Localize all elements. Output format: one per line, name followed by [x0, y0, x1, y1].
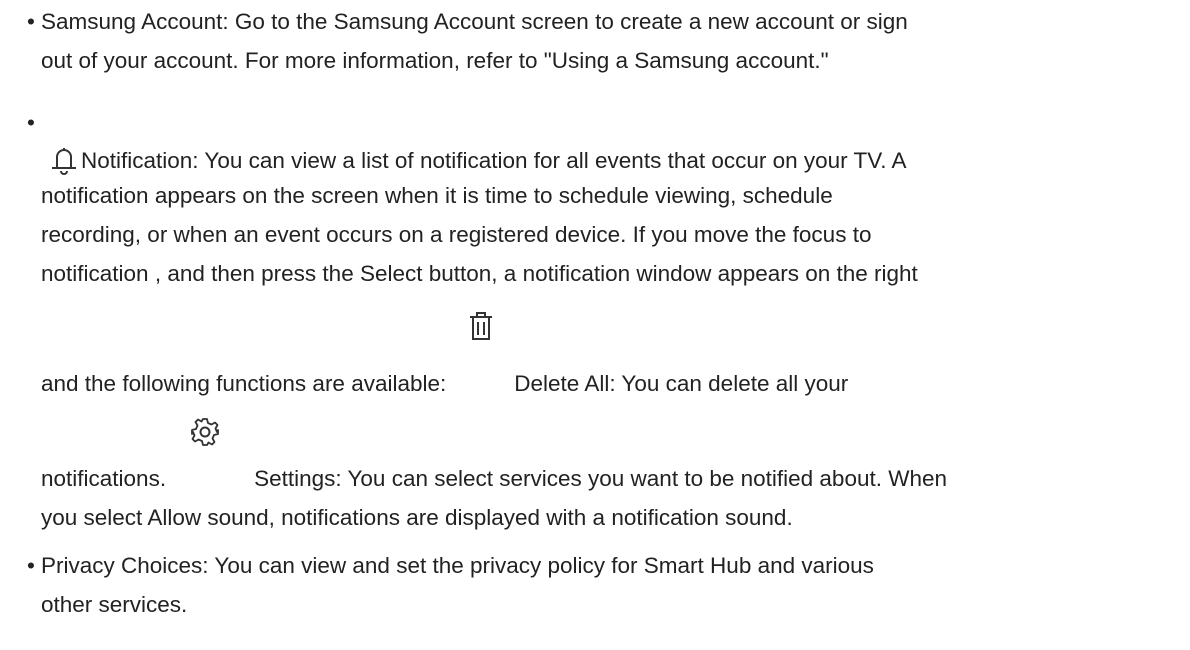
bullet: • [27, 110, 35, 135]
bell-icon [51, 146, 77, 176]
text-line: other services. [41, 592, 188, 617]
item-text: Samsung Account: Go to the Samsung Accou… [41, 2, 1176, 80]
text-line: recording, or when an event occurs on a … [41, 222, 872, 247]
list-item-samsung-account: • Samsung Account: Go to the Samsung Acc… [27, 2, 1176, 80]
text-segment: notifications. [41, 466, 167, 491]
text-line: notification , and then press the Select… [41, 261, 918, 286]
text-segment: Delete All: You can delete all your [514, 371, 849, 396]
trash-icon [468, 311, 494, 343]
text-line: Privacy Choices: You can view and set th… [41, 553, 874, 578]
text-line: notifications. Settings: You can select s… [41, 418, 948, 492]
text-line: and the following functions are availabl… [41, 312, 849, 397]
text-segment: and the following functions are availabl… [41, 371, 447, 396]
text-line: Samsung Account: Go to the Samsung Accou… [41, 9, 908, 34]
text-line: out of your account. For more informatio… [41, 48, 829, 73]
item-text: Privacy Choices: You can view and set th… [41, 546, 1176, 624]
text-line: notification appears on the screen when … [41, 183, 833, 208]
text-segment: Notification: You can view a list of not… [81, 148, 907, 173]
document: • Samsung Account: Go to the Samsung Acc… [0, 0, 1190, 650]
text-line: you select Allow sound, notifications ar… [41, 505, 793, 530]
text-line: Notification: You can view a list of not… [41, 144, 906, 183]
gear-icon [190, 417, 220, 447]
list-item-privacy-choices: • Privacy Choices: You can view and set … [27, 546, 1176, 624]
bullet: • [27, 9, 35, 34]
text-segment: Settings: You can select services you wa… [254, 466, 948, 491]
bullet: • [27, 553, 35, 578]
